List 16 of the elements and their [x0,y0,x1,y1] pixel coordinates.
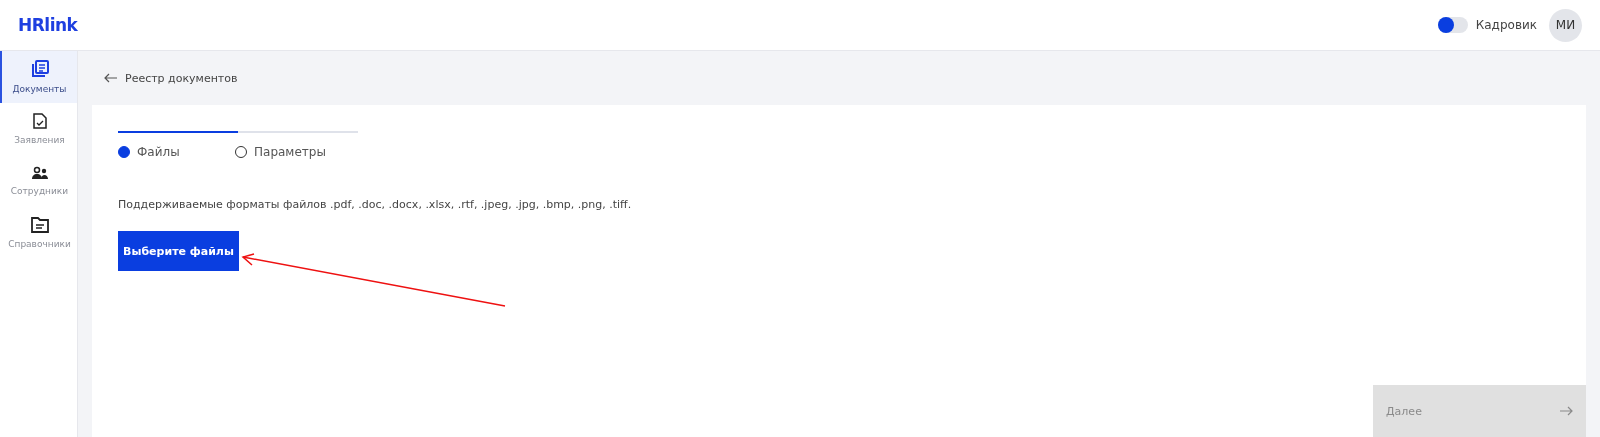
arrow-right-icon [1559,406,1573,416]
step-radio[interactable]: Файлы [118,145,235,159]
people-icon [30,166,49,180]
choose-files-button[interactable]: Выберите файлы [118,231,239,271]
documents-icon [30,60,49,78]
role-label: Кадровик [1475,18,1537,32]
formats-text: Поддерживаемые форматы файлов .pdf, .doc, .docx, .xlsx, .rtf, .jpeg, .jpg, .bmp, .png, .tiff. [118,198,633,211]
back-arrow-icon [104,73,118,83]
user-avatar[interactable]: МИ [1549,8,1582,42]
back-link[interactable]: Реестр документов [92,51,1586,105]
role-toggle[interactable] [1437,17,1468,33]
step-radio[interactable]: Параметры [235,145,352,159]
document-check-icon [32,113,47,129]
logo: HRlink [18,15,78,35]
folder-icon [30,217,49,233]
sidebar-item[interactable]: Документы [0,51,77,103]
